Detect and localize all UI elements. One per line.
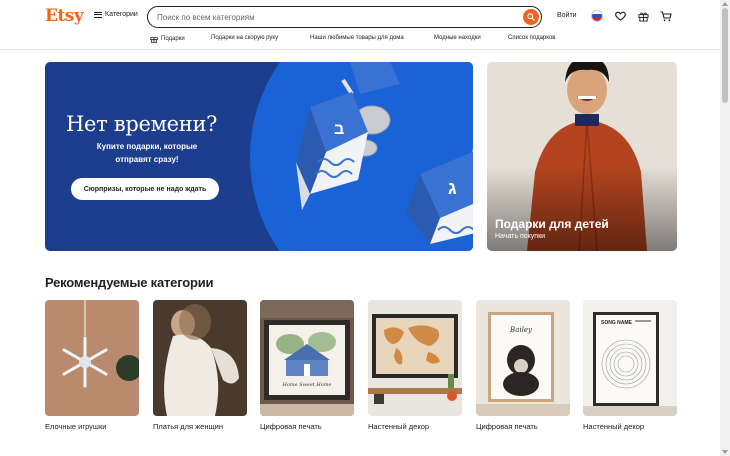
hero-cta-button[interactable]: Сюрпризы, которые не надо ждать [71,178,219,200]
signin-link[interactable]: Войти [557,12,577,19]
gift-icon [150,37,158,43]
category-card[interactable]: Home Sweet Home Цифровая печать [260,300,354,434]
nav-item-label: Подарки [161,36,185,42]
category-card[interactable]: Елочные игрушки [45,300,139,434]
category-image [153,300,247,416]
scrollbar-thumb[interactable] [722,8,728,103]
hero-title: Нет времени? [66,112,218,136]
categories-button[interactable]: Категории [94,11,138,18]
etsy-logo[interactable]: Etsy [45,6,84,26]
category-label: Цифровая печать [260,422,322,431]
header: Etsy Категории Войти [0,0,720,34]
search-bar [147,6,542,28]
category-nav: Подарки Подарки на скорую руку Наши люби… [0,34,720,50]
category-card[interactable]: Платья для женщин [153,300,247,434]
category-label: Платья для женщин [153,422,223,431]
svg-text:Bailey: Bailey [509,326,533,334]
scroll-up-arrow-icon[interactable] [722,2,728,6]
kids-gifts-promo[interactable]: Подарки для детей Начать покупки [487,62,677,251]
category-card[interactable]: Настенный декор [368,300,462,434]
category-image: SONG NAME [583,300,677,416]
category-card[interactable]: Bailey Цифровая печать [476,300,570,434]
scroll-down-arrow-icon[interactable] [722,450,728,454]
category-label: Настенный декор [583,422,645,431]
search-input[interactable] [157,11,517,23]
categories-label: Категории [105,11,138,18]
gift-icon[interactable] [637,10,649,22]
section-title: Рекомендуемые категории [45,275,214,290]
category-image: Bailey [476,300,570,416]
promo-title: Подарки для детей [495,217,609,231]
category-label: Елочные игрушки [45,422,107,431]
heart-icon[interactable] [614,10,626,22]
category-label: Цифровая печать [476,422,538,431]
search-button[interactable] [523,9,539,25]
menu-icon [94,11,102,18]
category-label: Настенный декор [368,422,430,431]
dreidel-image: ב ג [296,62,473,244]
nav-item-quick-gifts[interactable]: Подарки на скорую руку [211,35,278,41]
hero-banner[interactable]: ב ג Нет времени? Купите подарки, которые… [45,62,473,251]
cart-icon[interactable] [660,10,672,22]
nav-item-gifts[interactable]: Подарки [150,35,185,43]
nav-item-gift-list[interactable]: Список подарков [508,35,555,41]
nav-item-home-favorites[interactable]: Наши любимые товары для дома [310,35,404,41]
category-image: Home Sweet Home [260,300,354,416]
promo-link[interactable]: Начать покупки [495,233,545,240]
hero-subtitle: Купите подарки, которые отправят сразу! [96,142,198,164]
scrollbar[interactable] [720,0,730,456]
search-icon [527,13,535,21]
nav-item-fashion-finds[interactable]: Модные находки [434,35,481,41]
category-card[interactable]: SONG NAME Настенный декор [583,300,677,434]
svg-text:Home Sweet Home: Home Sweet Home [282,382,332,388]
category-image [45,300,139,416]
svg-text:ג: ג [448,178,457,198]
svg-text:ב: ב [334,121,344,138]
category-image [368,300,462,416]
svg-text:SONG NAME: SONG NAME [601,320,633,326]
region-flag-icon[interactable] [591,10,603,22]
